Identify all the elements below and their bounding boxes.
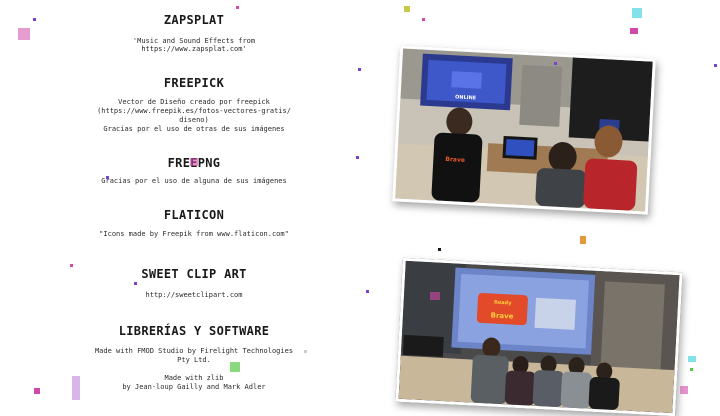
pixel-decoration [70,264,73,267]
credit-line: "Icons made by Freepik from www.flaticon… [99,230,289,238]
credit-line: Made with zlib [164,374,224,382]
credit-heading-sweet-clip-art: SWEET CLIP ART [141,267,247,281]
credit-heading-zapsplat: ZAPSPLAT [163,13,225,27]
pixel-decoration [72,376,80,400]
pixel-decoration [190,158,198,166]
credit-heading-flaticon: FLATICON [163,208,225,222]
pixel-decoration [680,386,688,394]
pixel-decoration [580,236,586,244]
pixel-decoration [366,290,369,293]
pixel-decoration [630,28,638,34]
credit-heading-freepick: FREEPICK [163,76,225,90]
credit-heading-libraries: LIBRERÍAS Y SOFTWARE [118,324,270,338]
credit-line: diseno) [179,116,209,124]
pixel-decoration [230,362,240,372]
shirt-text: Brave [445,156,465,164]
photo-team-illustration: Ready Brave [398,260,680,414]
credit-line: Vector de Diseño creado por freepick [118,98,270,106]
pixel-decoration [438,248,441,251]
game-logo-top: Ready [494,300,512,307]
credit-line: Pty Ltd. [177,356,211,364]
game-logo-bottom: Brave [490,311,513,320]
pixel-decoration [554,62,557,65]
pixel-decoration [106,176,109,179]
pixel-decoration [688,356,696,362]
pixel-decoration [404,6,410,12]
pixel-decoration [33,18,36,21]
credit-line: by Jean-loup Gailly and Mark Adler [122,383,266,391]
pixel-decoration [356,156,359,159]
credit-line: http://sweetclipart.com [145,291,243,299]
photo-kids-playing: ONLINE Brave [392,45,656,215]
pixel-decoration [236,6,239,9]
pixel-decoration [632,8,642,18]
pixel-decoration [422,18,425,21]
pixel-decoration [34,388,40,394]
credit-line: Gracias por el uso de alguna de sus imág… [101,177,287,185]
credit-line: (https://www.freepik.es/fotos-vectores-g… [97,107,291,115]
credit-line: https://www.zapsplat.com' [141,45,247,53]
pixel-decoration [134,282,137,285]
pixel-decoration [358,68,361,71]
credit-line: Made with FMOD Studio by Firelight Techn… [94,347,294,355]
credits-panel: ZAPSPLAT 'Music and Sound Effects from h… [60,0,328,405]
screen-text: ONLINE [455,94,477,101]
photo-kids-playing-illustration: ONLINE Brave [395,48,653,212]
photo-team: Ready Brave [395,257,683,416]
pixel-decoration [18,28,30,40]
pixel-decoration [690,368,693,371]
pixel-decoration [430,292,440,300]
credit-line: Gracias por el uso de otras de sus imáge… [103,125,285,133]
pixel-decoration [714,64,717,67]
pixel-decoration [304,350,307,353]
